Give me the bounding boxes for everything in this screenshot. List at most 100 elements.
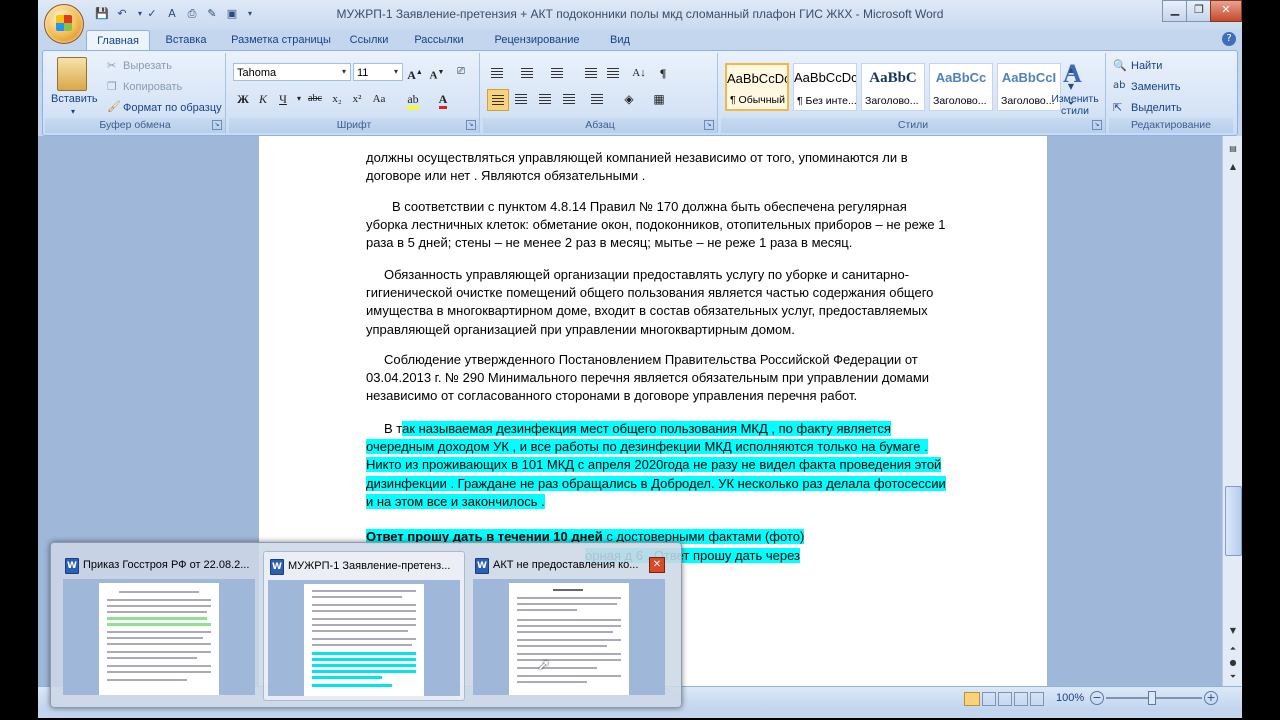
align-left-icon[interactable] (487, 89, 509, 111)
borders-icon[interactable]: ▦ (649, 89, 669, 109)
sort-icon[interactable]: A↓ (629, 63, 649, 83)
preview-close-icon[interactable]: ✕ (649, 557, 665, 573)
preview-image (63, 579, 255, 695)
show-marks-icon[interactable]: ¶ (653, 63, 673, 83)
outline-view-icon[interactable] (1014, 692, 1028, 706)
font-size-dropdown-icon[interactable]: ▾ (390, 64, 402, 80)
copy-button[interactable]: Копировать (123, 81, 182, 93)
preview-title: МУЖРП-1 Заявление-претенз... (288, 560, 451, 572)
taskbar-previews: W Приказ Госстроя РФ от 22.08.2... W МУЖ… (50, 542, 682, 708)
italic-icon[interactable]: К (253, 89, 273, 109)
full-screen-view-icon[interactable] (982, 692, 996, 706)
paragraph-launcher-icon[interactable]: ↘ (704, 120, 714, 130)
replace-icon: ab (1113, 80, 1126, 91)
tab-review[interactable]: Рецензирование (480, 30, 594, 50)
ribbon: Вставить ▾ ✂ Вырезать ❐ Копировать 🖌 Фор… (42, 50, 1238, 136)
clipboard-group: Вставить ▾ ✂ Вырезать ❐ Копировать 🖌 Фор… (45, 53, 226, 133)
font-group-label: Шрифт (229, 118, 479, 133)
subscript-icon[interactable]: x₂ (327, 89, 347, 109)
format-painter-button[interactable]: Формат по образцу (123, 102, 222, 114)
align-right-icon[interactable] (535, 89, 555, 109)
paste-icon[interactable] (57, 57, 87, 91)
cut-button[interactable]: Вырезать (123, 60, 172, 72)
style-normal[interactable]: AaBbCcDc ¶ Обычный (725, 63, 789, 111)
scroll-up-icon[interactable]: ▲ (1227, 162, 1239, 172)
line-spacing-icon[interactable] (587, 89, 607, 109)
clipboard-launcher-icon[interactable]: ↘ (212, 120, 222, 130)
shrink-font-icon[interactable]: A▼ (427, 62, 447, 82)
paragraph-4: Соблюдение утвержденного Постановлением … (366, 352, 930, 404)
numbering-icon[interactable] (517, 63, 537, 83)
preview-title: Приказ Госстроя РФ от 22.08.2... (83, 559, 249, 571)
font-name-combo[interactable]: Tahoma ▾ (233, 63, 351, 81)
font-name-dropdown-icon[interactable]: ▾ (338, 64, 350, 80)
paragraph-1: должны осуществляться управляющей компан… (366, 150, 908, 184)
preview-prikaz[interactable]: W Приказ Госстроя РФ от 22.08.2... (59, 551, 259, 699)
office-button[interactable] (44, 4, 84, 44)
preview-akt[interactable]: W АКТ не предоставления ко... ✕ (469, 551, 669, 699)
web-layout-view-icon[interactable] (998, 692, 1012, 706)
grow-font-icon[interactable]: A▲ (405, 62, 425, 82)
paragraph-group-label: Абзац (483, 118, 717, 133)
scroll-thumb[interactable] (1225, 486, 1242, 556)
shading-icon[interactable]: ◈ (619, 89, 639, 109)
paste-button[interactable]: Вставить (51, 93, 98, 105)
restore-button[interactable]: ❐ (1186, 0, 1212, 22)
zoom-level[interactable]: 100% (1056, 692, 1084, 704)
decrease-indent-icon[interactable] (581, 63, 601, 83)
previous-page-icon[interactable]: ⏶ (1227, 644, 1239, 654)
preview-image (268, 580, 460, 696)
tab-mailings[interactable]: Рассылки (404, 30, 474, 50)
tab-view[interactable]: Вид (600, 30, 640, 50)
style-heading-1[interactable]: AaBbC Заголово... (861, 63, 925, 111)
font-group: Tahoma ▾ 11 ▾ A▲ A▼ ⎚ Ж К Ч ▾ abc x₂ x² Aa… (229, 53, 480, 133)
vertical-scrollbar[interactable]: ▤ ▲ ▼ ⏶ ● ⏷ (1222, 136, 1242, 686)
paragraph-5: В так называемая дезинфекция мест общего… (366, 420, 950, 511)
next-page-icon[interactable]: ⏷ (1227, 672, 1239, 682)
bold-icon[interactable]: Ж (233, 89, 253, 109)
tab-home[interactable]: Главная (86, 30, 150, 51)
print-layout-view-icon[interactable] (964, 692, 980, 706)
ruler-toggle-icon[interactable]: ▤ (1227, 144, 1239, 154)
tab-references[interactable]: Ссылки (344, 30, 394, 50)
browse-object-icon[interactable]: ● (1227, 658, 1239, 668)
increase-indent-icon[interactable] (603, 63, 623, 83)
clear-formatting-icon[interactable]: ⎚ (451, 62, 471, 82)
tab-page-layout[interactable]: Разметка страницы (224, 30, 338, 50)
superscript-icon[interactable]: x² (347, 89, 367, 109)
word-doc-icon: W (270, 559, 284, 575)
change-styles-icon[interactable]: A (1063, 59, 1082, 89)
tab-insert[interactable]: Вставка (154, 30, 218, 50)
help-icon[interactable]: ? (1222, 32, 1236, 46)
style-name: ¶ Без инте... (797, 95, 856, 107)
highlight-color-icon[interactable]: ab (403, 89, 423, 109)
select-button[interactable]: Выделить (1131, 102, 1182, 114)
font-size-combo[interactable]: 11 ▾ (353, 63, 403, 81)
zoom-out-icon[interactable]: − (1090, 691, 1104, 705)
zoom-slider-thumb[interactable] (1148, 691, 1156, 705)
justify-icon[interactable] (559, 89, 579, 109)
minimize-button[interactable]: ▁ (1162, 0, 1188, 22)
preview-muzhrp[interactable]: W МУЖРП-1 Заявление-претенз... (263, 551, 465, 701)
draft-view-icon[interactable] (1030, 692, 1044, 706)
style-heading-2[interactable]: AaBbCc Заголово... (929, 63, 993, 111)
paragraph-2: В соответствии с пунктом 4.8.14 Правил №… (366, 199, 946, 251)
paragraph-group: A↓ ¶ ◈ ▦ Абзац ↘ (483, 53, 718, 133)
align-center-icon[interactable] (511, 89, 531, 109)
style-preview: AaBbC (869, 70, 917, 86)
style-no-spacing[interactable]: AaBbCcDc ¶ Без инте... (793, 63, 857, 111)
replace-button[interactable]: Заменить (1131, 81, 1180, 93)
change-case-icon[interactable]: Aa (369, 89, 389, 109)
font-color-icon[interactable]: A (433, 89, 453, 109)
zoom-in-icon[interactable]: + (1204, 691, 1218, 705)
bullets-icon[interactable] (487, 63, 507, 83)
change-styles-button[interactable]: Изменить стили (1047, 93, 1103, 117)
font-launcher-icon[interactable]: ↘ (466, 120, 476, 130)
close-button[interactable]: ✕ (1210, 0, 1242, 22)
strikethrough-icon[interactable]: abc (305, 89, 325, 109)
find-button[interactable]: Найти (1131, 60, 1162, 72)
paste-dropdown-icon[interactable]: ▾ (71, 107, 75, 116)
title-bar: 💾 ↶ ▾ ✓ A ⎙ ✎ ▣ ▾ МУЖРП-1 Заявление-прет… (38, 0, 1242, 30)
multilevel-list-icon[interactable] (547, 63, 567, 83)
scroll-down-icon[interactable]: ▼ (1227, 626, 1239, 636)
